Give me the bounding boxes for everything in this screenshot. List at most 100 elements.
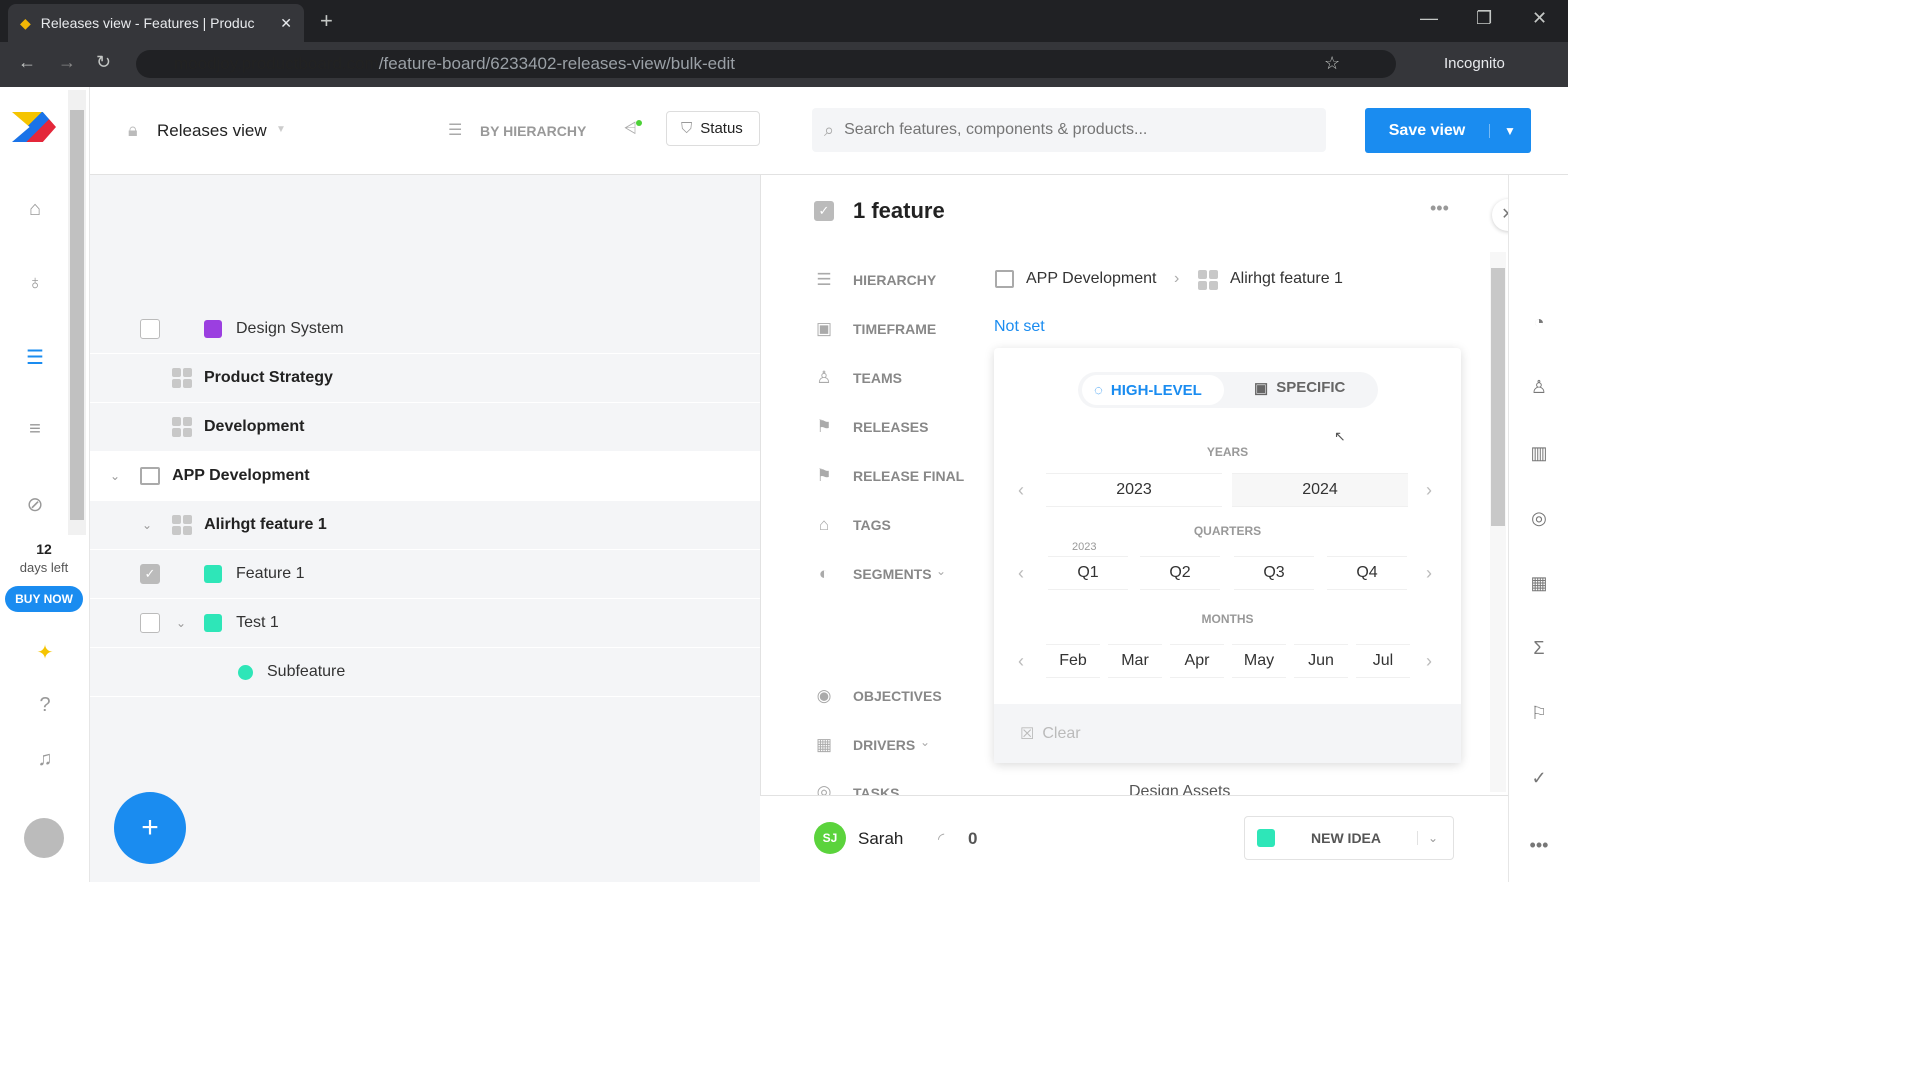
buildings-icon[interactable]: ▥ — [1528, 443, 1550, 465]
tab-specific[interactable]: ▣ SPECIFIC — [1254, 379, 1345, 397]
calendar-icon: ▣ — [1254, 380, 1269, 397]
feature-group-icon — [1198, 270, 1218, 290]
month-option[interactable]: Feb — [1046, 644, 1100, 678]
quarter-option[interactable]: Q3 — [1234, 556, 1314, 590]
target-icon[interactable]: ◎ — [1528, 508, 1550, 530]
field-label[interactable]: DRIVERS — [853, 737, 915, 753]
collapse-chevron-icon[interactable]: ⌄ — [176, 616, 186, 630]
more-options-icon[interactable]: ••• — [1430, 198, 1449, 219]
quarters-prev-icon[interactable]: ‹ — [1018, 563, 1024, 584]
years-prev-icon[interactable]: ‹ — [1018, 480, 1024, 501]
years-next-icon[interactable]: › — [1426, 480, 1432, 501]
forward-icon[interactable]: → — [58, 52, 76, 73]
user-icon[interactable]: ♙ — [1528, 377, 1550, 399]
save-options-chevron-icon[interactable]: ▼ — [1489, 123, 1516, 138]
pie-chart-icon[interactable]: ◔ — [1528, 312, 1550, 334]
incognito-profile[interactable]: Incognito — [1444, 55, 1505, 72]
sparkle-icon[interactable]: ✦ — [32, 640, 58, 666]
close-tab-icon[interactable]: ✕ — [280, 15, 292, 32]
new-tab-icon[interactable]: + — [320, 8, 333, 34]
restore-icon[interactable]: ❐ — [1476, 8, 1492, 29]
row-checkbox[interactable] — [140, 319, 160, 339]
quarter-option[interactable]: Q2 — [1140, 556, 1220, 590]
flag-icon[interactable]: ⚐ — [1528, 703, 1550, 725]
trial-text: days left — [19, 560, 69, 575]
select-all-checkbox[interactable]: ✓ — [814, 201, 834, 221]
filter-icon[interactable]: ⩤ — [624, 120, 637, 138]
month-option[interactable]: Jul — [1356, 644, 1410, 678]
list-item[interactable]: Development — [90, 403, 760, 452]
close-window-icon[interactable]: ✕ — [1532, 8, 1547, 29]
browser-tab[interactable]: ◆ Releases view - Features | Produc ✕ — [8, 4, 304, 42]
clear-button[interactable]: ☒ Clear — [994, 704, 1461, 763]
list-item[interactable]: Product Strategy — [90, 354, 760, 403]
bell-icon[interactable]: ♫ — [32, 748, 58, 774]
months-prev-icon[interactable]: ‹ — [1018, 651, 1024, 672]
minimize-icon[interactable]: — — [1420, 8, 1438, 29]
collapse-chevron-icon[interactable]: ⌄ — [110, 469, 120, 483]
hierarchy-parent-link[interactable]: APP Development — [1026, 270, 1156, 288]
tab-high-level[interactable]: ◌ HIGH-LEVEL — [1082, 375, 1224, 405]
list-item[interactable]: ⌄ Test 1 — [90, 599, 760, 648]
new-idea-button[interactable]: NEW IDEA ⌄ — [1244, 816, 1454, 860]
hierarchy-icon: ☰ — [816, 270, 832, 289]
tab-label: SPECIFIC — [1276, 379, 1346, 396]
more-icon[interactable]: ••• — [1528, 835, 1550, 857]
portal-icon[interactable]: ⊘ — [22, 492, 48, 518]
buy-now-button[interactable]: BUY NOW — [5, 586, 83, 612]
mouse-cursor-icon: ↖ — [1334, 428, 1346, 444]
insights-bulb-icon[interactable]: ♁ — [22, 272, 48, 298]
reload-icon[interactable]: ↻ — [96, 52, 111, 73]
save-view-button[interactable]: Save view ▼ — [1365, 108, 1531, 153]
teams-icon: ♙ — [816, 368, 832, 387]
list-item[interactable]: Design System — [90, 305, 760, 354]
url-bar[interactable]: moodjoy.productboard.com/feature-board/6… — [136, 50, 1396, 78]
features-board-icon[interactable]: ☰ — [22, 345, 48, 371]
calculator-icon[interactable]: ▦ — [1528, 573, 1550, 595]
quarter-option[interactable]: Q1 — [1048, 556, 1128, 590]
roadmap-icon[interactable]: ≡ — [22, 418, 48, 444]
star-icon[interactable]: ☆ — [1324, 53, 1340, 74]
trial-info: 12 days left — [0, 541, 88, 575]
item-label: Test 1 — [236, 614, 279, 631]
collapse-chevron-icon[interactable]: ⌄ — [142, 518, 152, 532]
search-input[interactable] — [844, 121, 1305, 139]
months-next-icon[interactable]: › — [1426, 651, 1432, 672]
home-icon[interactable]: ⌂ — [22, 198, 48, 224]
list-item[interactable]: ⌄ Alirhgt feature 1 — [90, 501, 760, 550]
year-option[interactable]: 2023 — [1046, 473, 1222, 507]
quarters-next-icon[interactable]: › — [1426, 563, 1432, 584]
quarter-option[interactable]: Q4 — [1327, 556, 1407, 590]
timeframe-value[interactable]: Not set — [994, 318, 1045, 336]
row-checkbox[interactable] — [140, 613, 160, 633]
nav-scrollbar-thumb[interactable] — [70, 110, 84, 520]
list-item[interactable]: Subfeature — [90, 648, 760, 697]
list-item[interactable]: ✓ Feature 1 — [90, 550, 760, 599]
drivers-chevron-icon[interactable]: ⌄ — [920, 735, 930, 749]
view-name-dropdown[interactable]: Releases view — [157, 121, 267, 141]
month-option[interactable]: May — [1232, 644, 1286, 678]
group-by-button[interactable]: BY HIERARCHY — [480, 123, 586, 139]
bookmark-icon: ⛉ — [681, 120, 693, 137]
panel-scrollbar-thumb[interactable] — [1491, 268, 1505, 526]
back-icon[interactable]: ← — [18, 52, 36, 73]
month-option[interactable]: Jun — [1294, 644, 1348, 678]
quarters-label: QUARTERS — [1193, 524, 1262, 538]
month-option[interactable]: Mar — [1108, 644, 1162, 678]
hierarchy-child-link[interactable]: Alirhgt feature 1 — [1230, 270, 1343, 288]
month-option[interactable]: Apr — [1170, 644, 1224, 678]
status-button[interactable]: ⛉ Status — [666, 111, 760, 146]
year-option[interactable]: 2024 — [1232, 473, 1408, 507]
add-button[interactable]: + — [114, 792, 186, 864]
list-item[interactable]: ⌄ APP Development — [90, 452, 760, 501]
check-circle-icon[interactable]: ✓ — [1528, 768, 1550, 790]
sigma-icon[interactable]: Σ — [1528, 638, 1550, 660]
search-field[interactable]: ⌕ — [812, 108, 1326, 152]
view-dropdown-caret-icon[interactable]: ▼ — [276, 124, 286, 135]
field-label[interactable]: SEGMENTS — [853, 566, 932, 582]
new-idea-chevron-icon[interactable]: ⌄ — [1417, 831, 1438, 845]
help-icon[interactable]: ? — [32, 694, 58, 720]
segments-chevron-icon[interactable]: ⌄ — [936, 564, 946, 578]
row-checkbox-checked[interactable]: ✓ — [140, 564, 160, 584]
user-avatar[interactable] — [24, 818, 64, 858]
